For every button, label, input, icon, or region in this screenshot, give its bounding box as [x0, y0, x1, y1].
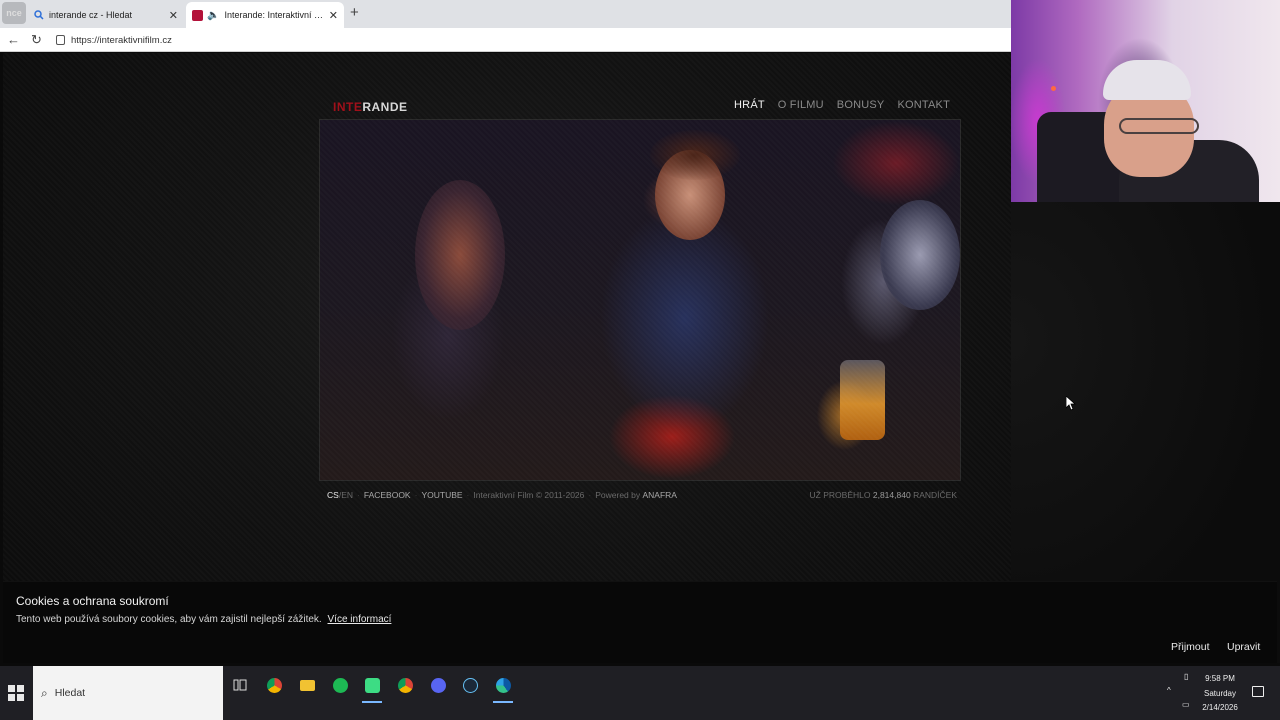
counter-value: 2,814,840 — [872, 490, 911, 500]
back-arrow-icon[interactable]: ← — [7, 32, 20, 47]
lang-en-link[interactable]: EN — [341, 490, 353, 500]
cookie-text: Tento web používá soubory cookies, aby v… — [16, 614, 391, 625]
spotify-icon[interactable] — [326, 671, 354, 699]
cookie-banner: Cookies a ochrana soukromí Tento web pou… — [3, 581, 1277, 663]
nav-item-bonusy[interactable]: BONUSY — [837, 99, 885, 111]
powered-by-text: Powered by — [595, 490, 641, 500]
file-explorer-icon[interactable] — [293, 671, 321, 699]
nav-item-hrat[interactable]: HRÁT — [734, 99, 765, 111]
site-nav: HRÁT O FILMU BONUSY KONTAKT — [734, 99, 950, 111]
tab-title: Interande: Interaktivní film, cool — [224, 10, 324, 20]
notification-icon[interactable] — [1252, 686, 1264, 697]
lang-cs-link[interactable]: CS — [327, 490, 339, 500]
edge-icon[interactable] — [489, 671, 517, 703]
windows-taskbar: ⌕ Hledat ^ ▯ ▭ 9:58 PM Saturday 2/14/202… — [0, 666, 1280, 720]
tab-overlay-text: nce — [2, 2, 26, 24]
interande-favicon-icon — [192, 9, 203, 21]
site-footer: CS / EN · FACEBOOK · YOUTUBE · Interaktivn… — [327, 488, 957, 502]
search-icon — [34, 10, 44, 20]
more-info-link[interactable]: Více informací — [328, 614, 392, 625]
webcam-overlay — [1011, 0, 1280, 202]
network-icon[interactable]: ▭ — [1182, 700, 1190, 709]
new-tab-button[interactable]: + — [350, 4, 359, 21]
site-logo[interactable]: INTERANDE — [333, 100, 408, 114]
footer-separator: · — [588, 490, 592, 500]
clock-date: 2/14/2026 — [1202, 703, 1238, 712]
nav-item-o-filmu[interactable]: O FILMU — [778, 99, 824, 111]
anafra-link[interactable]: ANAFRA — [643, 490, 677, 500]
copyright-text: Interaktivní Film © 2011-2026 — [473, 490, 585, 500]
youtube-link[interactable]: YOUTUBE — [421, 490, 462, 500]
hero-background-person — [415, 180, 505, 330]
streamer-cap — [1103, 60, 1191, 100]
web-page: INTERANDE HRÁT O FILMU BONUSY KONTAKT CS… — [3, 53, 1011, 663]
chevron-up-icon[interactable]: ^ — [1167, 686, 1171, 695]
task-view-icon[interactable] — [226, 671, 254, 699]
chrome-icon[interactable] — [391, 671, 419, 699]
cookie-message: Tento web používá soubory cookies, aby v… — [16, 614, 322, 625]
chrome-icon[interactable] — [260, 671, 288, 699]
close-icon[interactable]: ✕ — [169, 9, 178, 22]
search-placeholder: Hledat — [54, 687, 86, 699]
battery-icon[interactable]: ▯ — [1184, 672, 1188, 681]
edit-cookies-button[interactable]: Upravit — [1227, 641, 1260, 653]
android-icon[interactable] — [358, 671, 386, 703]
counter-prefix: UŽ PROBĚHLO — [809, 490, 871, 500]
lamp-light — [1051, 86, 1056, 91]
windows-start-icon[interactable] — [8, 685, 24, 701]
speaker-icon[interactable]: 🔈 — [207, 10, 219, 21]
logo-white-part: RANDE — [362, 100, 408, 114]
search-icon: ⌕ — [41, 685, 48, 700]
url-text: https://interaktivnifilm.cz — [71, 34, 172, 46]
logo-red-part: INTE — [333, 100, 363, 114]
date-counter: UŽ PROBĚHLO 2,814,840 RANDÍČEK — [810, 490, 957, 500]
close-icon[interactable]: ✕ — [329, 9, 338, 22]
nav-item-kontakt[interactable]: KONTAKT — [897, 99, 950, 111]
lock-icon — [56, 35, 65, 45]
footer-separator: · — [357, 490, 360, 500]
footer-separator: · — [414, 490, 418, 500]
facebook-link[interactable]: FACEBOOK — [364, 490, 411, 500]
url-field[interactable]: https://interaktivnifilm.cz — [56, 32, 172, 48]
hero-bartender — [880, 200, 960, 310]
steam-icon[interactable] — [456, 671, 484, 699]
tab-interande[interactable]: 🔈 Interande: Interaktivní film, cool ✕ — [186, 2, 344, 28]
tab-search[interactable]: interande cz - Hledat ✕ — [28, 2, 184, 28]
clock-time: 9:58 PM — [1205, 674, 1235, 683]
taskbar-search[interactable]: ⌕ Hledat — [33, 666, 223, 720]
reload-icon[interactable]: ↻ — [31, 32, 42, 48]
footer-separator: · — [466, 490, 470, 500]
taskbar-clock[interactable]: 9:58 PM Saturday 2/14/2026 — [1196, 672, 1244, 716]
accept-cookies-button[interactable]: Přijmout — [1171, 641, 1210, 653]
mouse-cursor-icon — [1065, 395, 1077, 416]
clock-day: Saturday — [1203, 688, 1237, 698]
streamer-glasses — [1119, 118, 1199, 134]
counter-suffix: RANDÍČEK — [913, 490, 957, 500]
hero-figure-hair — [650, 130, 740, 180]
cookie-title: Cookies a ochrana soukromí — [16, 594, 169, 608]
screen: nce interande cz - Hledat ✕ 🔈 Interande:… — [0, 0, 1280, 720]
discord-icon[interactable] — [424, 671, 452, 699]
hero-drink-glass — [840, 360, 885, 440]
tab-title: interande cz - Hledat — [49, 10, 133, 20]
hero-video[interactable] — [319, 119, 961, 481]
